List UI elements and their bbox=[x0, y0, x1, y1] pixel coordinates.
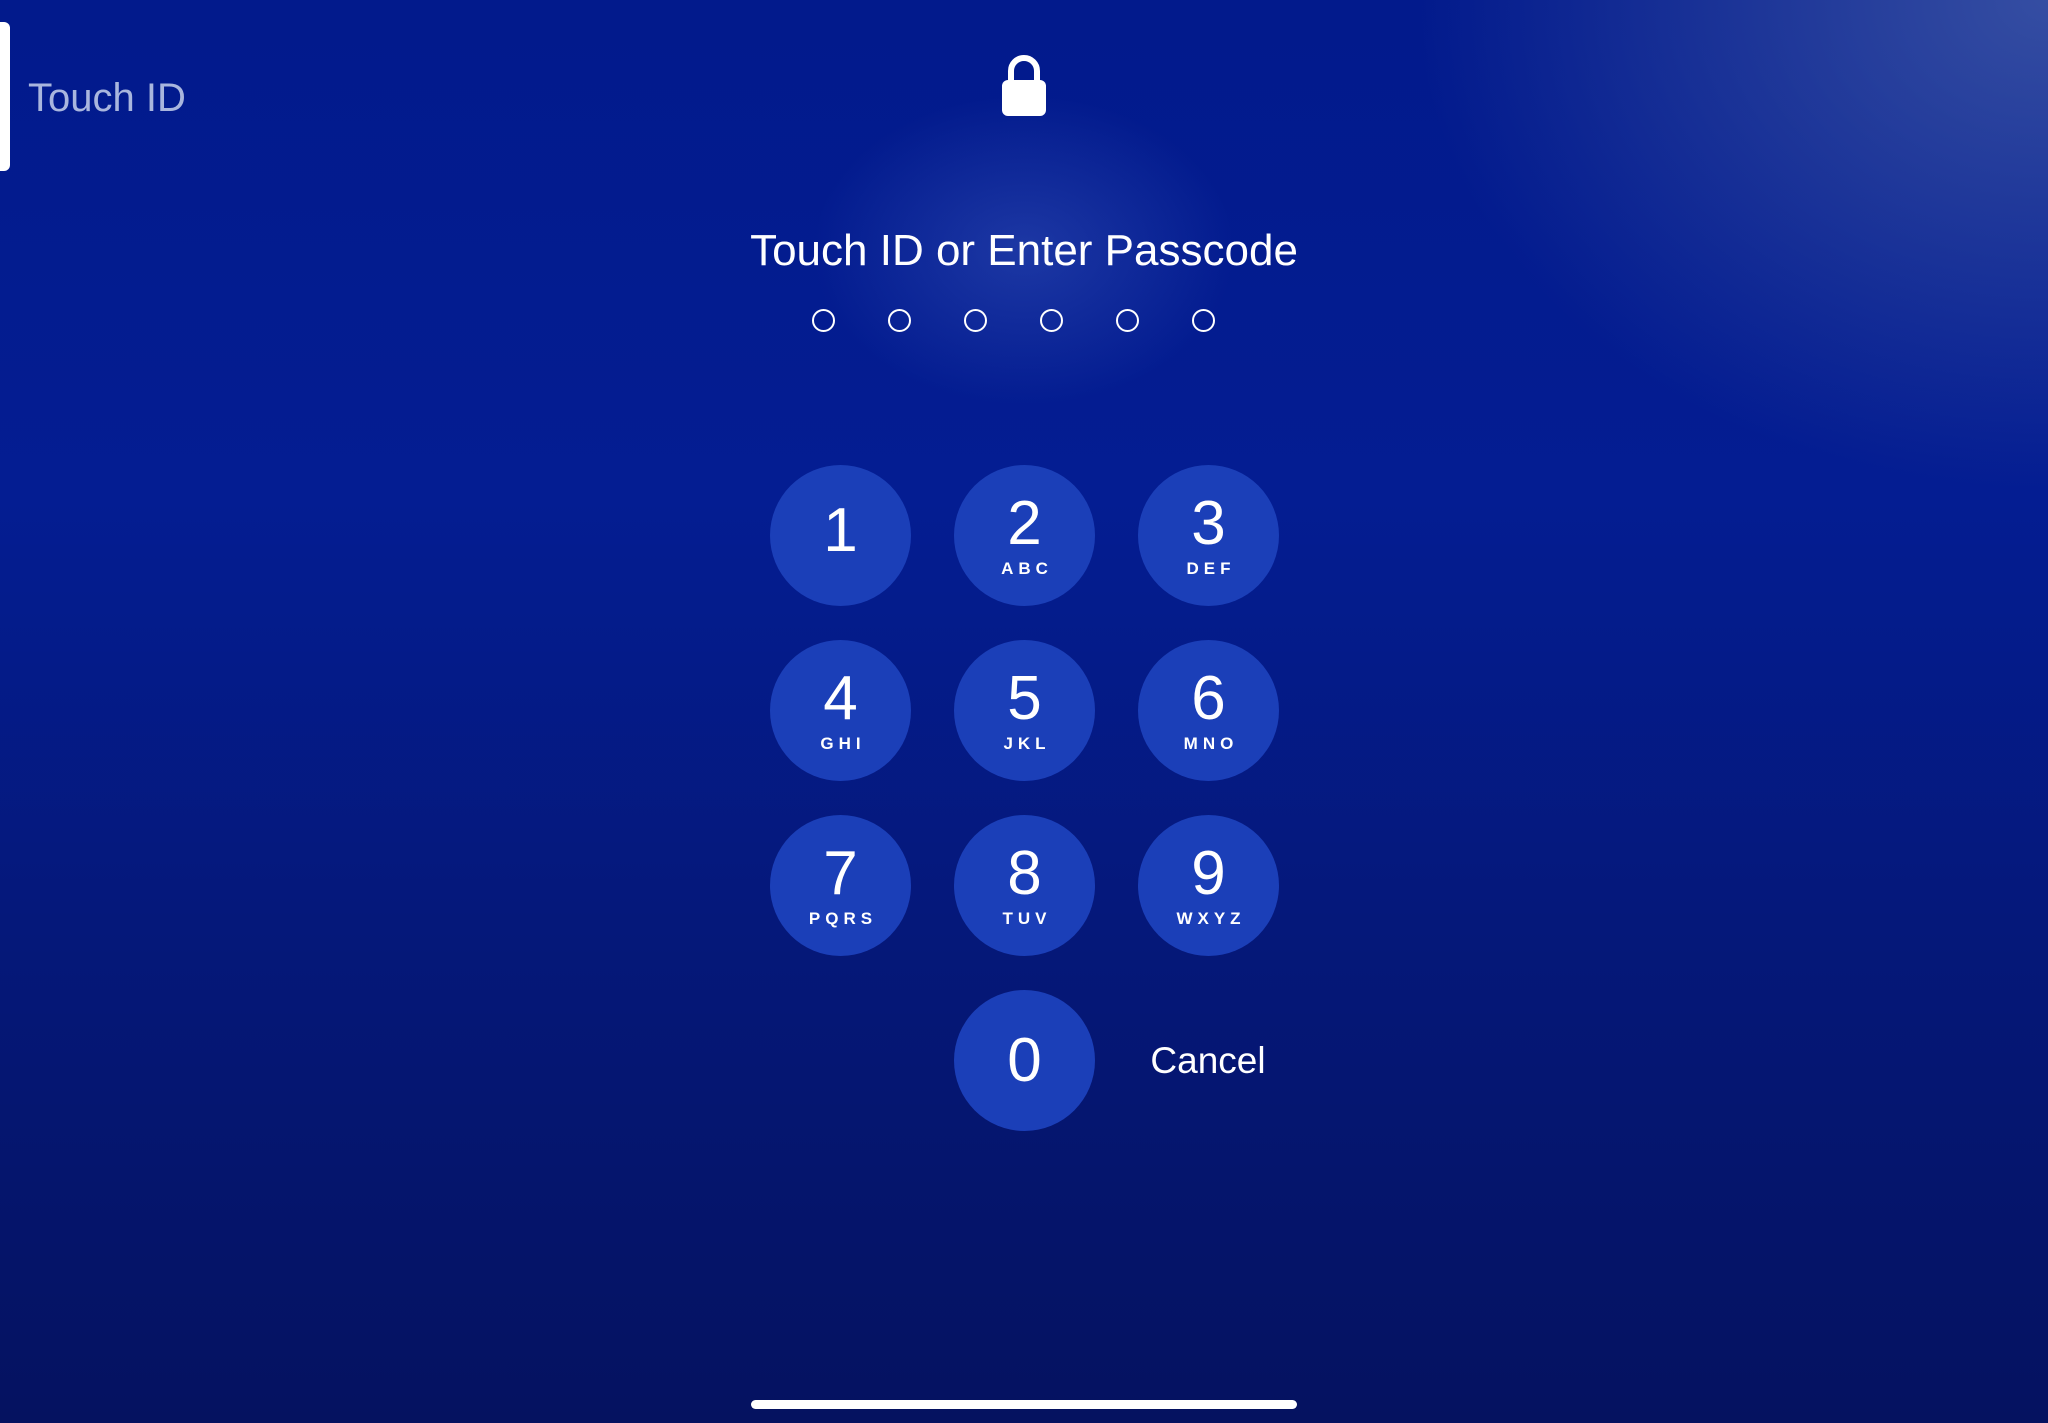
key-digit: 2 bbox=[1007, 488, 1042, 558]
passcode-dot bbox=[964, 309, 987, 332]
cancel-button[interactable]: Cancel bbox=[1138, 1036, 1278, 1086]
key-digit: 4 bbox=[823, 663, 858, 733]
lock-icon bbox=[1002, 55, 1046, 116]
key-8[interactable]: 8 TUV bbox=[954, 815, 1095, 956]
key-letters: MNO bbox=[1183, 733, 1239, 753]
key-digit: 7 bbox=[823, 838, 858, 908]
key-digit: 0 bbox=[1007, 1025, 1042, 1095]
side-panel-handle[interactable] bbox=[0, 22, 10, 171]
key-0[interactable]: 0 bbox=[954, 990, 1095, 1131]
key-letters: DEF bbox=[1186, 558, 1236, 578]
passcode-dot bbox=[1040, 309, 1063, 332]
key-6[interactable]: 6 MNO bbox=[1138, 640, 1279, 781]
key-letters: GHI bbox=[820, 733, 866, 753]
key-2[interactable]: 2 ABC bbox=[954, 465, 1095, 606]
key-letters: PQRS bbox=[808, 908, 878, 928]
key-letters: WXYZ bbox=[1176, 908, 1246, 928]
key-digit: 6 bbox=[1191, 663, 1226, 733]
key-letters: ABC bbox=[1001, 558, 1053, 578]
key-3[interactable]: 3 DEF bbox=[1138, 465, 1279, 606]
key-1[interactable]: 1 bbox=[770, 465, 911, 606]
key-digit: 5 bbox=[1007, 663, 1042, 733]
passcode-dot bbox=[812, 309, 835, 332]
key-letters: JKL bbox=[1003, 733, 1051, 753]
passcode-dot bbox=[1192, 309, 1215, 332]
key-digit: 8 bbox=[1007, 838, 1042, 908]
key-4[interactable]: 4 GHI bbox=[770, 640, 911, 781]
key-digit: 9 bbox=[1191, 838, 1226, 908]
home-indicator[interactable] bbox=[751, 1400, 1297, 1409]
key-digit: 3 bbox=[1191, 488, 1226, 558]
key-7[interactable]: 7 PQRS bbox=[770, 815, 911, 956]
key-9[interactable]: 9 WXYZ bbox=[1138, 815, 1279, 956]
passcode-dot bbox=[888, 309, 911, 332]
passcode-prompt: Touch ID or Enter Passcode bbox=[750, 226, 1298, 275]
key-digit: 1 bbox=[823, 495, 858, 565]
passcode-dots bbox=[812, 309, 1215, 332]
passcode-dot bbox=[1116, 309, 1139, 332]
touch-id-label: Touch ID bbox=[28, 76, 186, 120]
key-5[interactable]: 5 JKL bbox=[954, 640, 1095, 781]
key-letters: TUV bbox=[1002, 908, 1052, 928]
